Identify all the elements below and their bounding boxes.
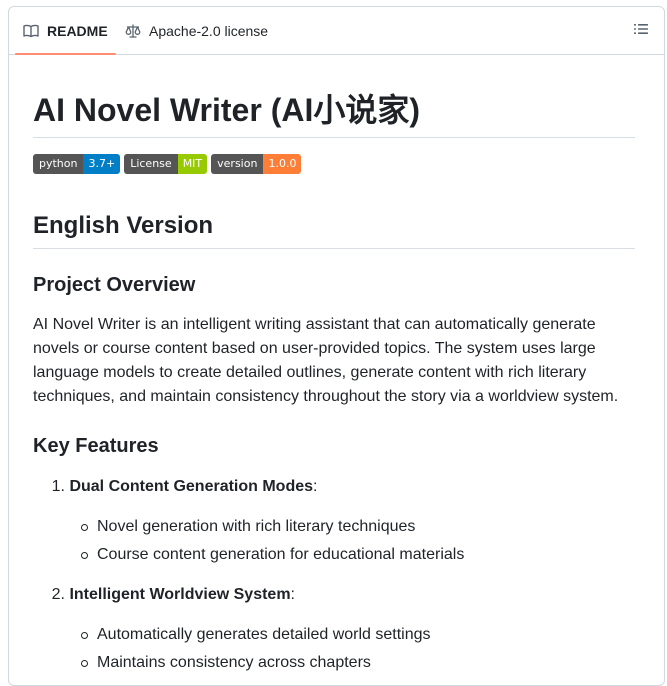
badge-value: MIT <box>177 154 208 174</box>
tab-license[interactable]: Apache-2.0 license <box>123 7 270 54</box>
list-item: 2. Intelligent Worldview System: <box>33 583 295 607</box>
list-number: 1. <box>51 478 65 495</box>
scale-icon <box>125 23 141 39</box>
readme-panel: README Apache-2.0 license AI Novel Write… <box>8 6 665 686</box>
readme-title: AI Novel Writer (AI小说家) <box>33 90 635 138</box>
features-heading: Key Features <box>33 435 159 457</box>
list-item: 1. Dual Content Generation Modes: <box>33 475 318 499</box>
overview-paragraph: AI Novel Writer is an intelligent writin… <box>33 316 619 405</box>
list-item: Course content generation for educationa… <box>80 543 464 567</box>
list-item: Automatically generates detailed world s… <box>81 623 431 647</box>
list-icon <box>633 21 649 42</box>
list-number: 2. <box>51 586 65 603</box>
active-tab-indicator <box>15 53 116 55</box>
feature-title: Dual Content Generation Modes <box>69 478 314 495</box>
badge-label: version <box>211 154 264 174</box>
python-badge[interactable]: python 3.7+ <box>33 154 121 174</box>
list-item: Novel generation with rich literary tech… <box>80 515 415 539</box>
badge-value: 3.7+ <box>83 154 121 174</box>
feature-title: Intelligent Worldview System <box>69 586 291 603</box>
tab-license-label: Apache-2.0 license <box>149 22 269 39</box>
tab-readme[interactable]: README <box>15 7 116 55</box>
feature-suffix: : <box>290 586 295 603</box>
tab-readme-label: README <box>47 22 108 39</box>
section-heading: English Version <box>33 211 635 249</box>
badge-value: 1.0.0 <box>263 154 302 174</box>
badge-row: python 3.7+ License MIT version 1.0.0 <box>33 154 302 174</box>
badge-label: python <box>33 154 84 174</box>
list-item: Maintains consistency across chapters <box>81 651 371 675</box>
outline-button[interactable] <box>628 18 654 44</box>
badge-label: License <box>124 154 178 174</box>
overview-heading: Project Overview <box>33 274 196 296</box>
readme-tabbar: README Apache-2.0 license <box>9 7 664 55</box>
license-badge[interactable]: License MIT <box>124 154 208 174</box>
book-icon <box>23 23 39 39</box>
version-badge[interactable]: version 1.0.0 <box>211 154 302 174</box>
feature-suffix: : <box>313 478 318 495</box>
